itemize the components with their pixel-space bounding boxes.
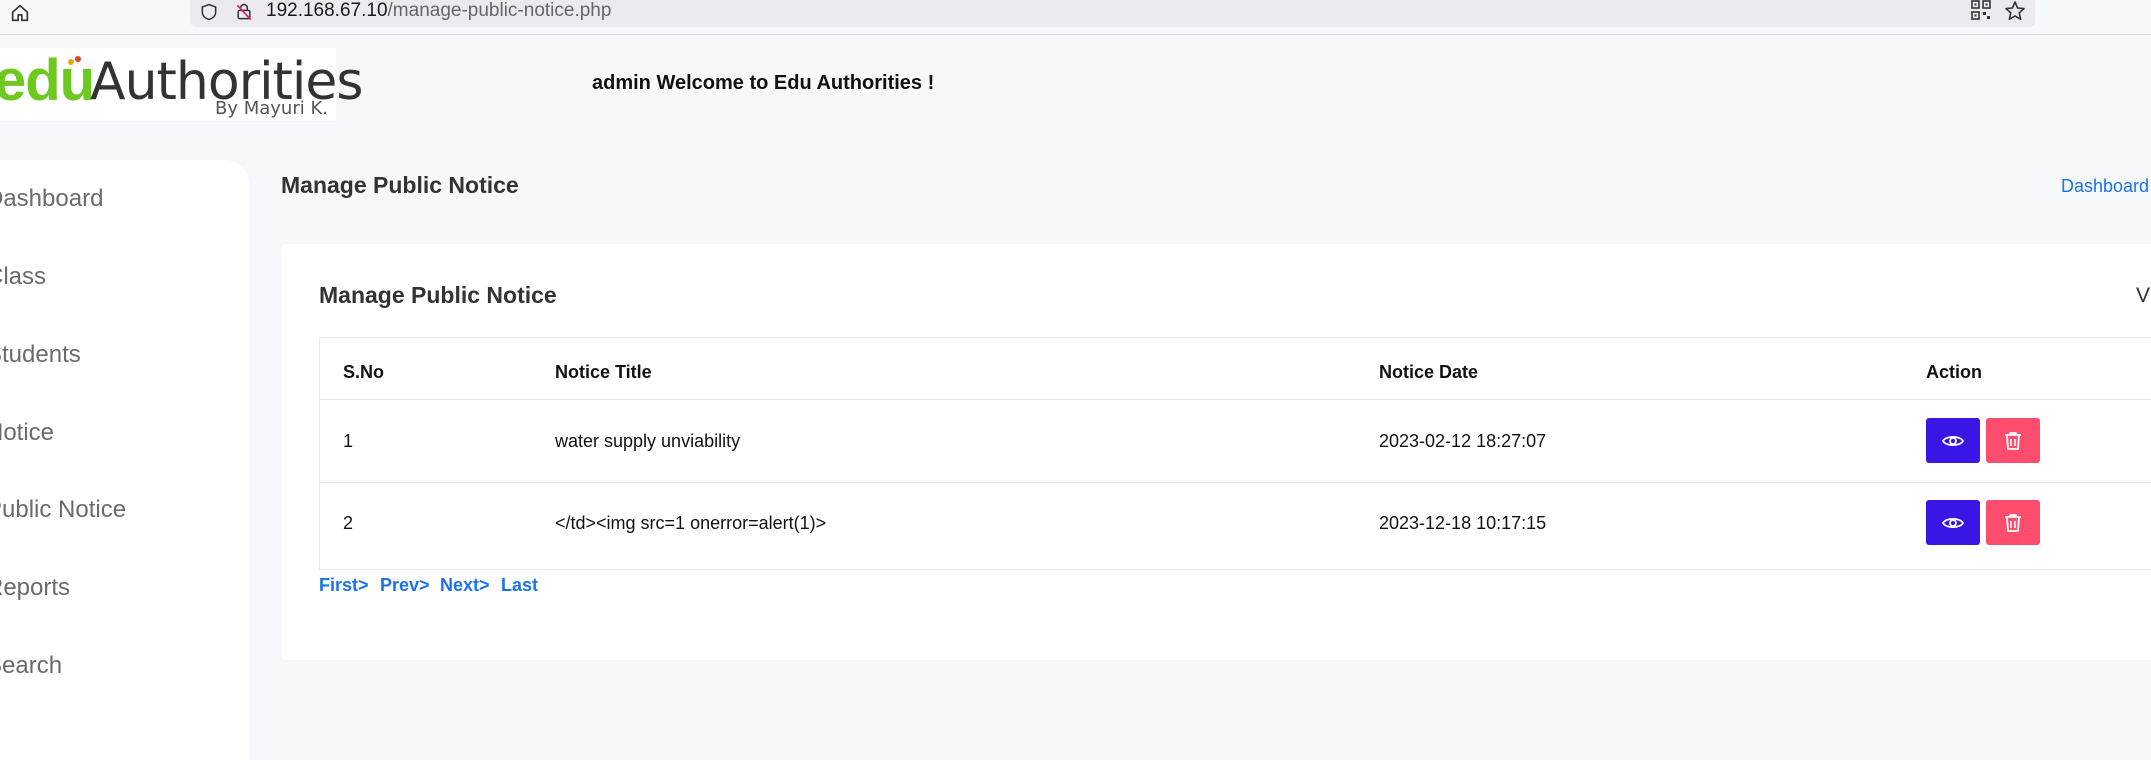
sidebar-item-notice[interactable]: Notice — [0, 419, 54, 447]
cell-sno: 2 — [343, 513, 354, 533]
site-logo[interactable]: edu Authorities By Mayuri K. — [0, 48, 363, 121]
pagination-next-link[interactable]: Next> — [440, 575, 490, 596]
view-button[interactable] — [1926, 418, 1980, 463]
card-title: Manage Public Notice — [319, 282, 557, 308]
cell-notice-date: 2023-02-12 18:27:07 — [1379, 431, 1547, 451]
sidebar-item-dashboard[interactable]: Dashboard — [0, 185, 103, 213]
table-divider — [319, 399, 2151, 400]
page-title: Manage Public Notice — [281, 172, 519, 198]
shield-icon[interactable] — [199, 2, 219, 22]
logo-sparkle-icon — [68, 56, 81, 65]
card-right-text: Vi — [2136, 284, 2151, 307]
pagination-prev-link[interactable]: Prev> — [380, 575, 430, 596]
star-icon[interactable] — [2003, 0, 2027, 23]
pagination-first-link[interactable]: First> — [319, 575, 369, 596]
sidebar-item-students[interactable]: Students — [0, 341, 81, 369]
table-divider — [319, 482, 2151, 483]
breadcrumb-dashboard-link[interactable]: Dashboard — [2061, 176, 2149, 197]
sidebar-item-reports[interactable]: Reports — [0, 574, 70, 602]
pagination-last-link[interactable]: Last — [501, 575, 538, 596]
welcome-message: admin Welcome to Edu Authorities ! — [592, 72, 935, 94]
column-header-date: Notice Date — [1379, 362, 1479, 382]
url-text[interactable]: 192.168.67.10/manage-public-notice.php — [266, 0, 611, 22]
column-header-title: Notice Title — [555, 362, 652, 382]
logo-byline: By Mayuri K. — [215, 98, 328, 119]
eye-icon — [1941, 435, 1965, 446]
cell-notice-title: water supply unviability — [555, 431, 741, 451]
sidebar-item-search[interactable]: Search — [0, 652, 62, 680]
trash-icon — [2005, 513, 2021, 532]
qr-code-icon[interactable] — [1971, 0, 1991, 20]
cell-notice-title: </td><img src=1 onerror=alert(1)> — [555, 513, 827, 533]
sidebar-item-class[interactable]: Class — [0, 263, 46, 291]
view-button[interactable] — [1926, 500, 1980, 545]
trash-icon — [2005, 431, 2021, 450]
column-header-action: Action — [1926, 362, 1982, 382]
cell-notice-date: 2023-12-18 10:17:15 — [1379, 513, 1547, 533]
delete-button[interactable] — [1986, 418, 2040, 463]
url-host: 192.168.67.10 — [266, 0, 388, 21]
delete-button[interactable] — [1986, 500, 2040, 545]
eye-icon — [1941, 517, 1965, 528]
sidebar-item-public-notice[interactable]: Public Notice — [0, 496, 126, 524]
lock-slash-icon[interactable] — [234, 2, 254, 22]
url-path: /manage-public-notice.php — [387, 0, 612, 21]
home-icon[interactable] — [9, 2, 31, 24]
cell-sno: 1 — [343, 431, 354, 451]
column-header-sno: S.No — [343, 362, 385, 382]
browser-toolbar: 192.168.67.10/manage-public-notice.php — [0, 0, 2151, 35]
